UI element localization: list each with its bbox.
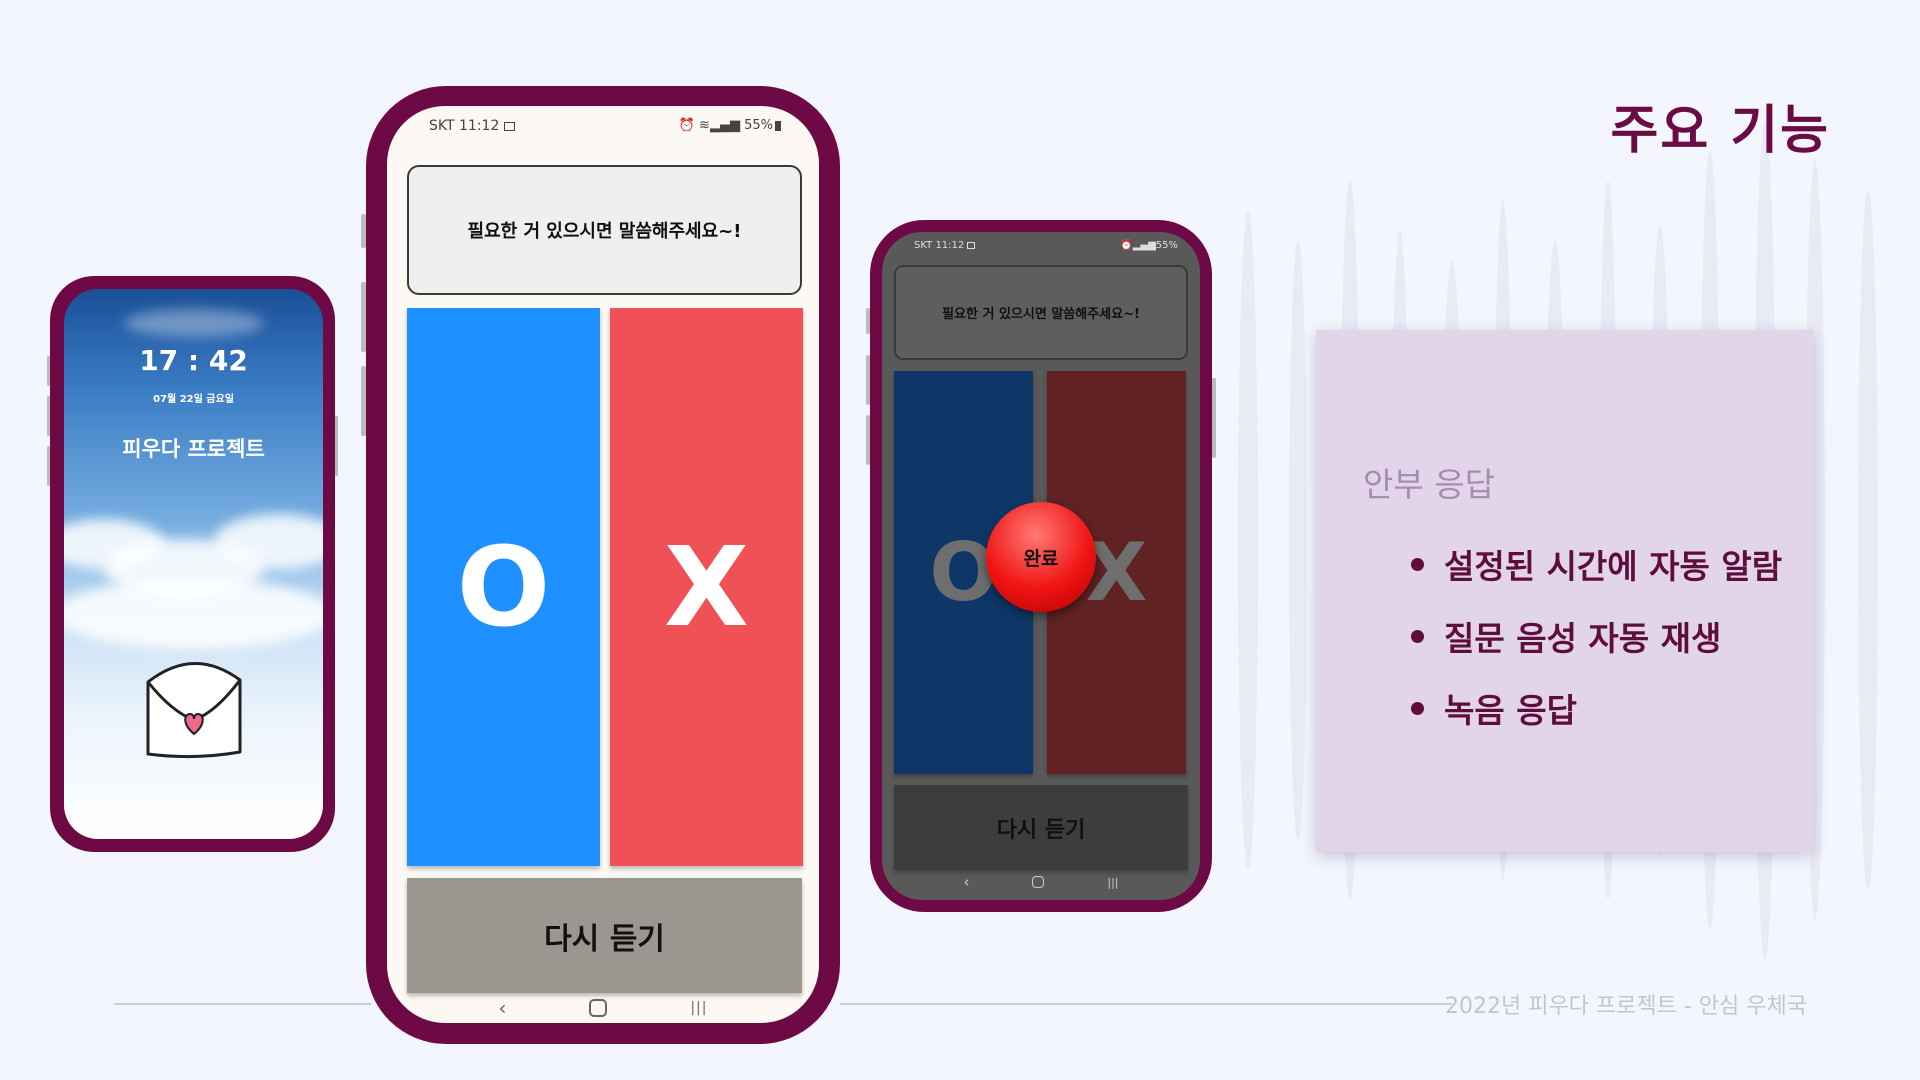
side-button — [866, 308, 870, 334]
phone-lock-screen: 17 : 42 07월 22일 금요일 피우다 프로젝트 — [47, 276, 338, 852]
feature-item: 질문 음성 자동 재생 — [1411, 600, 1782, 672]
lock-clock: 17 : 42 — [139, 344, 248, 377]
home-icon[interactable] — [589, 999, 608, 1017]
battery-icon — [775, 120, 781, 131]
back-icon[interactable]: ‹ — [498, 996, 506, 1020]
question-prompt: 필요한 거 있으시면 말씀해주세요~! — [407, 165, 802, 295]
wifi-icon: ≋ — [699, 118, 710, 133]
bullet-icon — [1411, 557, 1424, 571]
side-button — [361, 282, 366, 352]
gallery-icon — [967, 242, 976, 249]
side-button — [866, 355, 870, 405]
feature-list: 설정된 시간에 자동 알람 질문 음성 자동 재생 녹음 응답 — [1411, 528, 1782, 744]
footer-divider-left — [114, 1003, 371, 1005]
gallery-icon — [503, 121, 515, 131]
x-answer-button[interactable]: X — [610, 308, 803, 866]
feature-card: 안부 응답 설정된 시간에 자동 알람 질문 음성 자동 재생 녹음 응답 — [1316, 330, 1813, 852]
side-button — [361, 214, 366, 248]
signal-icon: ▂▄▆ — [1132, 240, 1156, 251]
footer-caption: 2022년 피우다 프로젝트 - 안심 우체국 — [1444, 994, 1807, 1019]
lock-screen: 17 : 42 07월 22일 금요일 피우다 프로젝트 — [64, 289, 323, 839]
battery-level: 55% — [1155, 240, 1178, 251]
carrier-label: SKT — [914, 240, 933, 251]
replay-button[interactable]: 다시 듣기 — [407, 878, 802, 993]
alarm-icon: ⏰ — [1120, 240, 1133, 251]
side-button — [361, 366, 366, 436]
power-button — [1212, 378, 1216, 458]
envelope-icon[interactable] — [142, 652, 246, 764]
feature-item: 녹음 응답 — [1411, 672, 1782, 744]
replay-button: 다시 듣기 — [894, 785, 1188, 870]
navigation-bar: ‹ ||| — [882, 872, 1200, 892]
dim-app-screen: SKT 11:12 ⏰ ▂▄▆ 55% 필요한 거 있으시면 말씀해주세요~! … — [882, 232, 1200, 900]
o-answer-button[interactable]: O — [407, 308, 600, 866]
lock-app-name: 피우다 프로젝트 — [122, 437, 265, 461]
navigation-bar: ‹ ||| — [387, 996, 819, 1020]
power-button — [335, 416, 338, 476]
footer-divider-right — [840, 1003, 1452, 1005]
done-button[interactable]: 완료 — [986, 502, 1096, 612]
back-icon[interactable]: ‹ — [963, 873, 969, 891]
bullet-icon — [1411, 701, 1424, 715]
slide-title: 주요 기능 — [1610, 101, 1830, 161]
phone-main-app: SKT 11:12 ⏰ ≋ ▂▄▆ 55% 필요한 거 있으시면 말씀해주세요~… — [361, 86, 840, 1044]
bullet-icon — [1411, 629, 1424, 643]
lock-date: 07월 22일 금요일 — [153, 394, 234, 405]
battery-level: 55% — [744, 118, 773, 133]
side-button — [47, 356, 50, 386]
status-clock: 11:12 — [935, 240, 965, 251]
recent-apps-icon[interactable]: ||| — [1107, 876, 1118, 889]
question-prompt: 필요한 거 있으시면 말씀해주세요~! — [894, 265, 1188, 360]
side-button — [866, 415, 870, 465]
app-screen: SKT 11:12 ⏰ ≋ ▂▄▆ 55% 필요한 거 있으시면 말씀해주세요~… — [387, 106, 819, 1023]
phone-completed-state: SKT 11:12 ⏰ ▂▄▆ 55% 필요한 거 있으시면 말씀해주세요~! … — [866, 220, 1216, 912]
home-icon[interactable] — [1032, 876, 1045, 888]
side-button — [47, 396, 50, 436]
side-button — [47, 446, 50, 486]
feature-item: 설정된 시간에 자동 알람 — [1411, 528, 1782, 600]
signal-icon: ▂▄▆ — [709, 118, 740, 133]
alarm-icon: ⏰ — [678, 118, 695, 133]
status-clock: 11:12 — [459, 118, 500, 134]
carrier-label: SKT — [429, 118, 455, 134]
recent-apps-icon[interactable]: ||| — [690, 1000, 707, 1016]
feature-card-heading: 안부 응답 — [1363, 465, 1495, 504]
